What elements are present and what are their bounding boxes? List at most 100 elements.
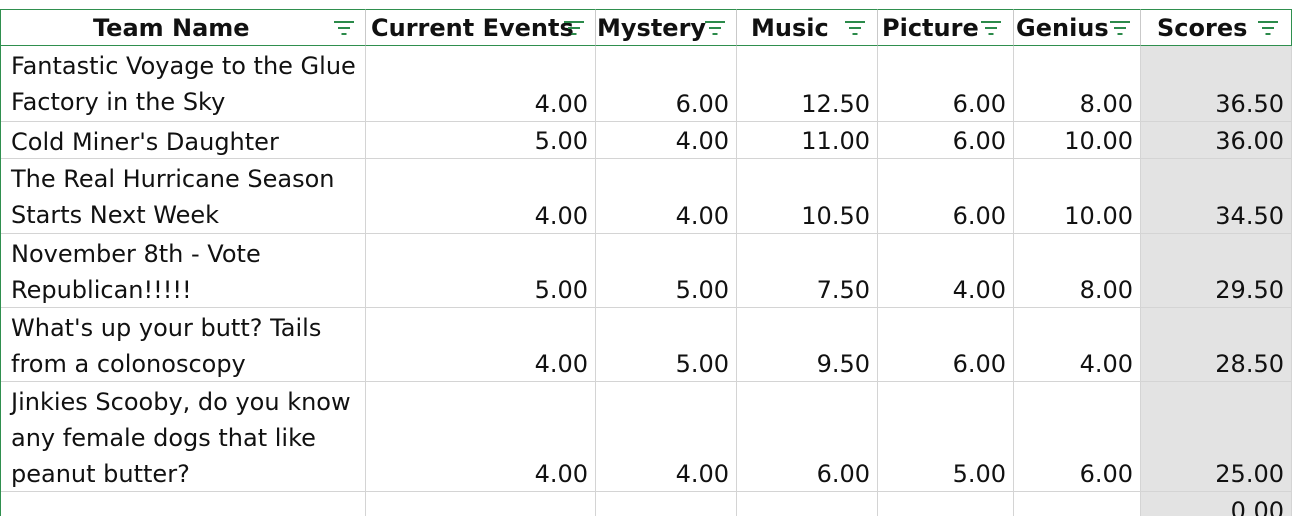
cell-value: 4.00 [534,90,588,118]
cell-value: 6.00 [1079,460,1133,488]
cell-value: 10.00 [1064,127,1133,155]
current-events-cell[interactable] [366,492,596,516]
current-events-cell[interactable]: 4.00 [366,46,596,122]
current-events-cell[interactable]: 5.00 [366,234,596,308]
cell-value: 12.50 [801,90,870,118]
music-cell[interactable] [737,492,878,516]
picture-cell[interactable]: 6.00 [878,46,1014,122]
picture-cell[interactable]: 6.00 [878,159,1014,234]
team-name-cell[interactable]: The Real Hurricane Season Starts Next We… [1,159,366,234]
current-events-cell[interactable]: 5.00 [366,122,596,159]
filter-funnel-icon[interactable] [704,17,726,37]
mystery-cell[interactable]: 6.00 [596,46,737,122]
cell-value: 6.00 [952,127,1006,155]
filter-funnel-icon[interactable] [844,17,866,37]
header-label: Genius [1016,14,1109,42]
cell-value: 8.00 [1079,90,1133,118]
mystery-cell[interactable]: 5.00 [596,234,737,308]
scores-cell[interactable]: 28.50 [1141,308,1292,382]
cell-value: 6.00 [952,350,1006,378]
cell-value: 0.00 [1230,497,1284,516]
cell-value: 7.50 [816,276,870,304]
header-picture[interactable]: Picture [878,9,1014,46]
picture-cell[interactable] [878,492,1014,516]
cell-value: 5.00 [534,276,588,304]
music-cell[interactable]: 12.50 [737,46,878,122]
spreadsheet-grid: Team Name Current Events Mystery Music P… [0,0,1296,516]
header-label: Picture [882,14,979,42]
header-label: Mystery [597,14,707,42]
current-events-cell[interactable]: 4.00 [366,382,596,492]
music-cell[interactable]: 6.00 [737,382,878,492]
genius-cell[interactable]: 6.00 [1014,382,1141,492]
team-name-cell[interactable]: What's up your butt? Tails from a colono… [1,308,366,382]
scores-cell[interactable]: 29.50 [1141,234,1292,308]
music-cell[interactable]: 7.50 [737,234,878,308]
picture-cell[interactable]: 6.00 [878,122,1014,159]
mystery-cell[interactable]: 4.00 [596,159,737,234]
current-events-cell[interactable]: 4.00 [366,308,596,382]
scores-cell[interactable]: 25.00 [1141,382,1292,492]
filter-funnel-icon[interactable] [1257,17,1279,37]
cell-value: 5.00 [675,276,729,304]
genius-cell[interactable]: 4.00 [1014,308,1141,382]
cell-value: 10.00 [1064,202,1133,230]
header-genius[interactable]: Genius [1014,9,1141,46]
cell-value: 6.00 [952,202,1006,230]
mystery-cell[interactable]: 4.00 [596,122,737,159]
genius-cell[interactable]: 8.00 [1014,46,1141,122]
cell-value: 36.50 [1215,90,1284,118]
team-name-cell[interactable]: November 8th - Vote Republican!!!!! [1,234,366,308]
mystery-cell[interactable]: 5.00 [596,308,737,382]
filter-funnel-icon[interactable] [980,17,1002,37]
filter-funnel-icon[interactable] [333,17,355,37]
header-label: Scores [1157,14,1248,42]
music-cell[interactable]: 11.00 [737,122,878,159]
mystery-cell[interactable]: 4.00 [596,382,737,492]
filter-funnel-icon[interactable] [1109,17,1131,37]
cell-value: 4.00 [1079,350,1133,378]
picture-cell[interactable]: 5.00 [878,382,1014,492]
filter-funnel-icon[interactable] [563,17,585,37]
cell-value: 6.00 [816,460,870,488]
team-name-cell[interactable]: Fantastic Voyage to the Glue Factory in … [1,46,366,122]
cell-value: 4.00 [534,350,588,378]
cell-value: 5.00 [675,350,729,378]
cell-value: 25.00 [1215,460,1284,488]
scores-cell[interactable]: 36.50 [1141,46,1292,122]
picture-cell[interactable]: 6.00 [878,308,1014,382]
header-label: Current Events [371,14,574,42]
cell-value: 6.00 [952,90,1006,118]
team-name-cell[interactable]: Cold Miner's Daughter [1,122,366,159]
genius-cell[interactable] [1014,492,1141,516]
cell-value: 28.50 [1215,350,1284,378]
cell-value: 4.00 [952,276,1006,304]
header-mystery[interactable]: Mystery [596,9,737,46]
scores-cell[interactable]: 0.00 [1141,492,1292,516]
music-cell[interactable]: 9.50 [737,308,878,382]
cell-value: 4.00 [675,202,729,230]
genius-cell[interactable]: 10.00 [1014,159,1141,234]
music-cell[interactable]: 10.50 [737,159,878,234]
header-music[interactable]: Music [737,9,878,46]
cell-value: 11.00 [801,127,870,155]
scores-cell[interactable]: 36.00 [1141,122,1292,159]
cell-value: 29.50 [1215,276,1284,304]
genius-cell[interactable]: 8.00 [1014,234,1141,308]
header-label: Team Name [93,14,250,42]
header-label: Music [751,14,829,42]
header-team-name[interactable]: Team Name [1,9,366,46]
cell-value: 5.00 [952,460,1006,488]
cell-value: 4.00 [534,460,588,488]
genius-cell[interactable]: 10.00 [1014,122,1141,159]
team-name-cell[interactable] [1,492,366,516]
scores-cell[interactable]: 34.50 [1141,159,1292,234]
header-scores[interactable]: Scores [1141,9,1292,46]
cell-value: 6.00 [675,90,729,118]
team-name-cell[interactable]: Jinkies Scooby, do you know any female d… [1,382,366,492]
cell-value: 34.50 [1215,202,1284,230]
mystery-cell[interactable] [596,492,737,516]
picture-cell[interactable]: 4.00 [878,234,1014,308]
header-current-events[interactable]: Current Events [366,9,596,46]
current-events-cell[interactable]: 4.00 [366,159,596,234]
